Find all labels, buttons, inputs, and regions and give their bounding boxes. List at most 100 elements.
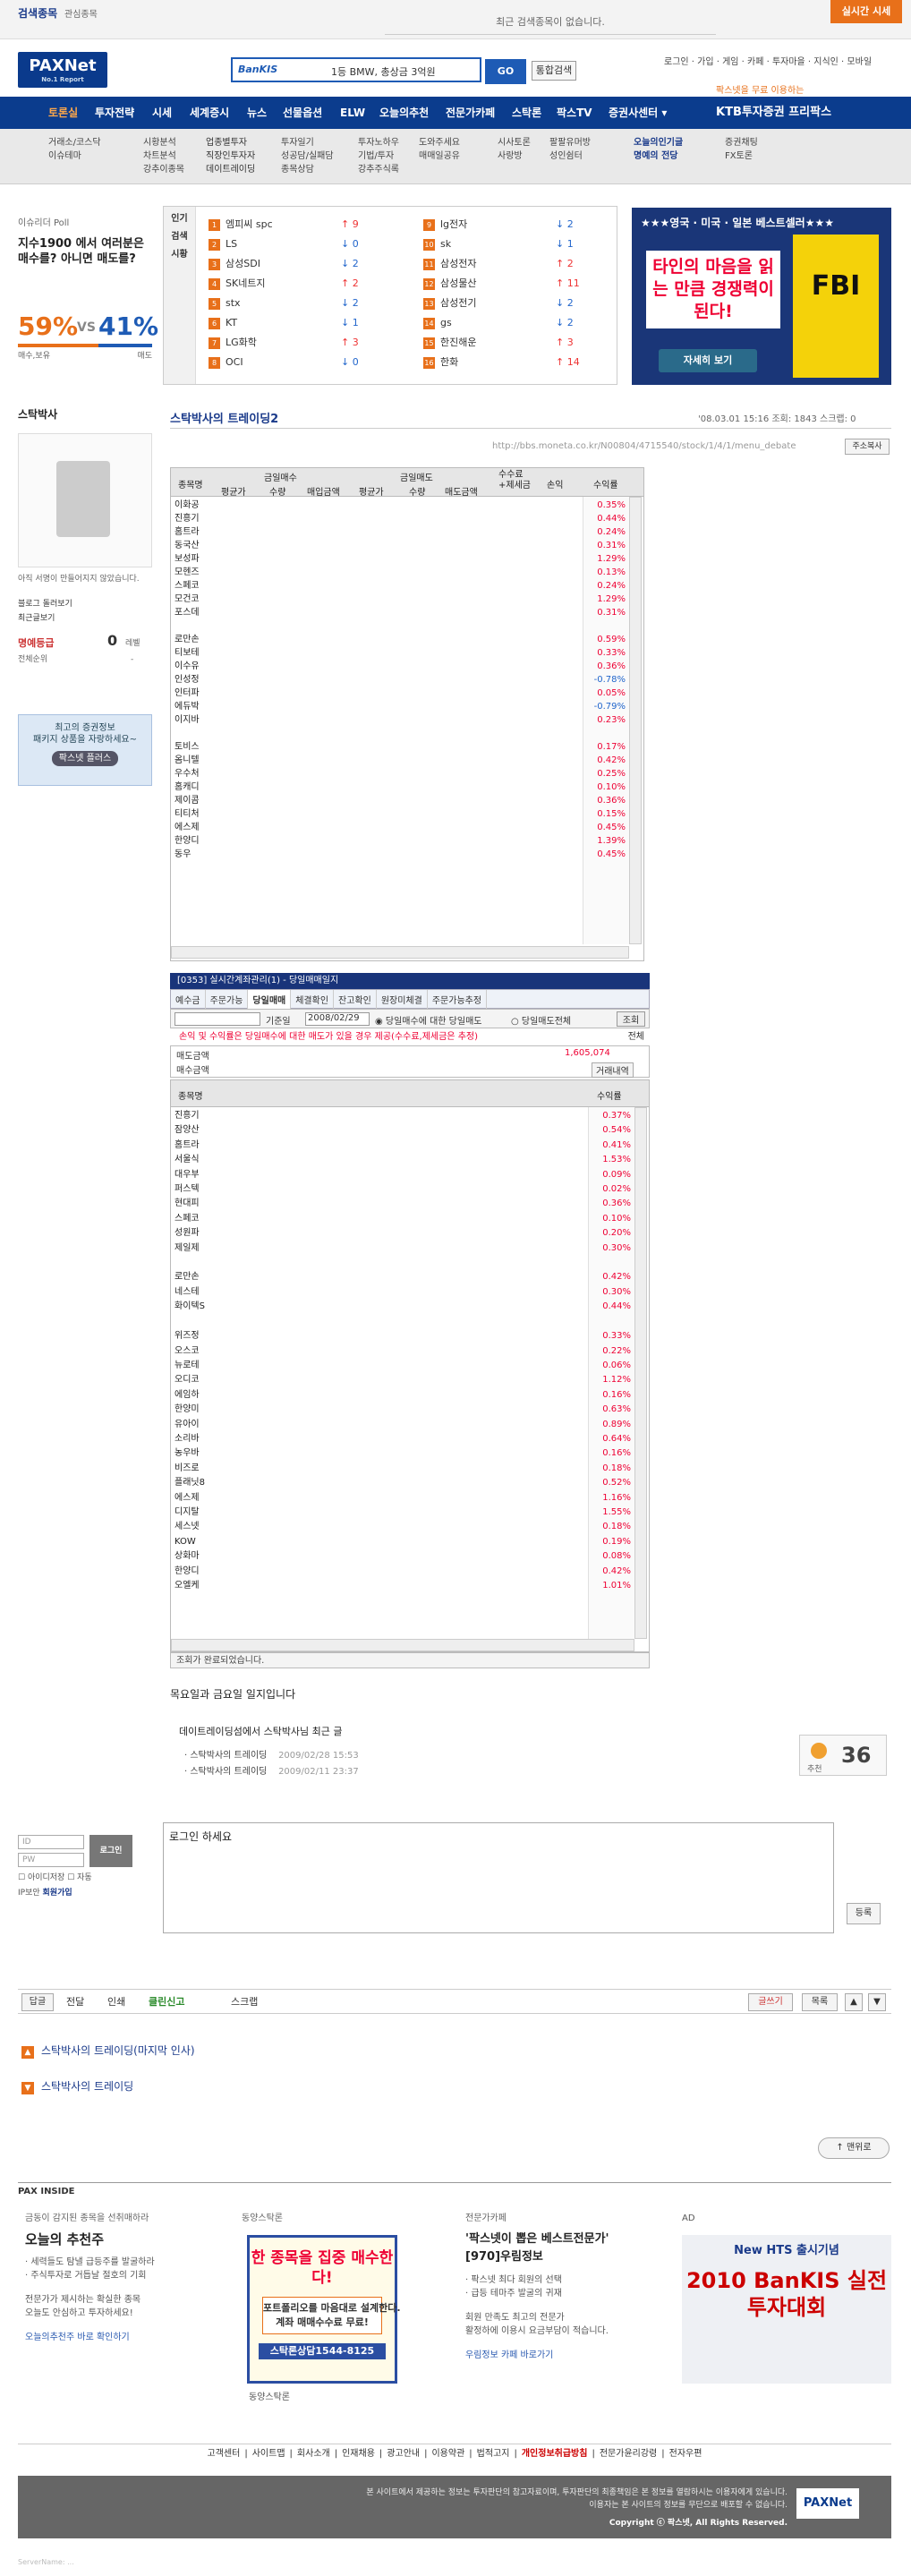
ticker-item[interactable]: 9 lg전자 ↓ 2 — [423, 216, 602, 234]
poll-question[interactable]: 지수1900 에서 여러분은 매수를? 아니면 매도를? — [18, 236, 152, 267]
option-allsell-radio[interactable]: ○ 당일매도전체 — [511, 1013, 571, 1027]
ticker-item[interactable]: 5 stx ↓ 2 — [209, 294, 387, 312]
pax-col3-link[interactable]: 우림정보 카페 바로가기 — [465, 2349, 668, 2362]
related-post-2-title[interactable]: 스탁박사의 트레이딩 — [190, 1767, 267, 1777]
nav-quotes[interactable]: 시세 — [152, 97, 172, 129]
total-select[interactable]: 전체 — [628, 1029, 644, 1045]
ticker-item[interactable]: 10 sk ↓ 1 — [423, 235, 602, 253]
stock-name[interactable]: 한진해운 — [440, 337, 476, 348]
ticker-item[interactable]: 2 LS ↓ 0 — [209, 235, 387, 253]
book-ad-details-button[interactable]: 자세히 보기 — [659, 349, 757, 372]
search-input[interactable]: 1등 BMW, 총상금 3억원 — [331, 64, 436, 79]
recommend-button[interactable]: 추천 36 — [799, 1735, 887, 1776]
ticker-item[interactable]: 16 한화 ↑ 14 — [423, 354, 602, 371]
free-use-notice[interactable]: 팍스넷을 무료 이용하는 — [716, 82, 804, 96]
subnav-col-3[interactable]: 업종별투자 직장인투자자 데이트레이딩 — [206, 136, 255, 176]
stock-name[interactable]: LG화학 — [226, 337, 257, 348]
comment-submit-button[interactable]: 등록 — [847, 1903, 881, 1924]
reply-button[interactable]: 답글 — [21, 1993, 54, 2011]
ticker-item[interactable]: 11 삼성전자 ↑ 2 — [423, 255, 602, 273]
nav-news[interactable]: 뉴스 — [247, 97, 267, 129]
stock-name[interactable]: 삼성전기 — [440, 297, 476, 309]
nav-paxtv[interactable]: 팍스TV — [557, 97, 592, 129]
ticker-item[interactable]: 8 OCI ↓ 0 — [209, 354, 387, 371]
tab-balance[interactable]: 잔고확인 — [334, 990, 377, 1009]
related-post-1[interactable]: · 스탁박사의 트레이딩 2009/02/28 15:53 — [184, 1747, 359, 1761]
search-go-button[interactable]: GO — [485, 59, 526, 84]
paxnet-plus-button[interactable]: 팍스넷 플러스 — [51, 751, 119, 766]
pax-col1-title[interactable]: 오늘의 추천주 — [25, 2231, 227, 2248]
nav-today-pick[interactable]: 오늘의추천 — [379, 97, 429, 129]
footer-link-support[interactable]: 고객센터 — [208, 2449, 241, 2459]
nav-world[interactable]: 세계증시 — [190, 97, 229, 129]
nav-elw[interactable]: ELW — [340, 97, 365, 129]
scrap-link[interactable]: 스크랩 — [231, 1990, 258, 2015]
next-post-title[interactable]: 스탁박사의 트레이딩 — [41, 2080, 133, 2093]
option-daytrade-radio[interactable]: ◉ 당일매수에 대한 당일매도 — [375, 1013, 481, 1027]
grid2-hscrollbar[interactable] — [171, 1639, 634, 1651]
pax-col-recommend[interactable]: 금동이 감지된 종목을 선취매하라 오늘의 추천주 · 세력들도 탐낼 급등주를… — [25, 2212, 227, 2344]
list-button[interactable]: 목록 — [802, 1993, 838, 2011]
stock-name[interactable]: 삼성SDI — [226, 258, 260, 269]
grid1-hscrollbar[interactable] — [171, 946, 629, 959]
nav-broker-center[interactable]: 증권사센터 ▾ — [609, 97, 667, 129]
copy-url-button[interactable]: 주소복사 — [845, 439, 890, 455]
related-post-2[interactable]: · 스탁박사의 트레이딩 2009/02/11 23:37 — [184, 1763, 359, 1777]
login-button[interactable]: 로그인 — [89, 1835, 132, 1867]
tab-search-stocks[interactable]: 검색종목 — [18, 7, 57, 20]
ticker-item[interactable]: 3 삼성SDI ↓ 2 — [209, 255, 387, 273]
paxnet-logo[interactable]: PAXNet No.1 Report — [18, 52, 107, 88]
comment-textarea[interactable]: 로그인 하세요 — [163, 1822, 834, 1933]
stock-name[interactable]: SK네트지 — [226, 277, 266, 289]
blog-link[interactable]: 블로그 돌러보기 — [18, 598, 72, 610]
book-ad-banner[interactable]: ★★★영국 · 미국 · 일본 베스트셀러★★★ 타인의 마음을 읽는 만큼 경… — [632, 208, 891, 385]
print-link[interactable]: 인쇄 — [107, 1990, 125, 2015]
stock-name[interactable]: 삼성물산 — [440, 277, 476, 289]
search-box[interactable]: BanKIS 1등 BMW, 총상금 3억원 GO — [231, 57, 526, 84]
footer-link-ads[interactable]: 광고안내 — [387, 2449, 420, 2459]
subnav-col-7[interactable]: 시사토론 사랑방 — [498, 136, 531, 163]
ticker-item[interactable]: 4 SK네트지 ↑ 2 — [209, 275, 387, 293]
footer-link-email[interactable]: 전자우편 — [669, 2449, 702, 2459]
ticker-item[interactable]: 7 LG화학 ↑ 3 — [209, 334, 387, 352]
subnav-col-2[interactable]: 시황분석 차트분석 강추이종목 — [143, 136, 184, 176]
subnav-col-4[interactable]: 투자일기 성공담/실패담 종목상담 — [281, 136, 334, 176]
ktb-prefax-banner[interactable]: KTB투자증권 프리팍스 — [716, 97, 877, 129]
stock-name[interactable]: 엠피씨 spc — [226, 218, 273, 230]
pax-col2-link[interactable]: 동양스탁론 — [249, 2391, 290, 2404]
footer-link-terms[interactable]: 이용약관 — [431, 2449, 464, 2459]
account-select[interactable] — [175, 1012, 260, 1026]
stock-name[interactable]: sk — [440, 238, 451, 250]
related-posts-title[interactable]: 데이트레이딩섬에서 스탁박사님 최근 글 — [179, 1724, 343, 1738]
nav-debate[interactable]: 토론실 — [48, 97, 78, 129]
account-window-titlebar[interactable]: [0353] 실시간계좌관리(1) - 당일매매일지 — [170, 973, 650, 989]
grid1-vscrollbar[interactable] — [629, 497, 642, 944]
tab-watch-stocks[interactable]: 관심종목 — [64, 10, 98, 20]
subnav-col-5[interactable]: 투자노하우 기법/투자 강추주식록 — [358, 136, 399, 176]
stock-name[interactable]: lg전자 — [440, 218, 467, 230]
pax-col3-title[interactable]: '팍스넷이 뽑은 베스트전문가' [970]우림정보 — [465, 2231, 668, 2266]
footer-link-about[interactable]: 회사소개 — [297, 2449, 330, 2459]
down-arrow-icon[interactable]: ▼ — [868, 1993, 886, 2011]
grid2-vscrollbar[interactable] — [634, 1107, 647, 1639]
footer-link-legal[interactable]: 법적고지 — [477, 2449, 510, 2459]
tab-daytrade[interactable]: 당일매매 — [248, 990, 292, 1009]
nav-strategy[interactable]: 투자전략 — [95, 97, 134, 129]
ticker-item[interactable]: 13 삼성전기 ↓ 2 — [423, 294, 602, 312]
password-field[interactable]: PW — [18, 1853, 84, 1867]
tab-execution[interactable]: 체결확인 — [291, 990, 335, 1009]
subnav-col-6[interactable]: 도와주세요 매매일공유 — [419, 136, 460, 163]
tab-estimate[interactable]: 주문가능추정 — [428, 990, 488, 1009]
ticker-item[interactable]: 12 삼성물산 ↑ 11 — [423, 275, 602, 293]
tab-deposit[interactable]: 예수금 — [171, 990, 206, 1009]
user-links[interactable]: 로그인 · 가입 · 게임 · 카페 · 투자마을 · 지식인 · 모바일 — [664, 54, 872, 67]
ip-security-toggle[interactable]: IP보안 — [18, 1889, 40, 1898]
id-field[interactable]: ID — [18, 1835, 84, 1849]
back-to-top-button[interactable]: ↑ 맨위로 — [818, 2137, 890, 2159]
write-button[interactable]: 글쓰기 — [748, 1993, 793, 2011]
stock-name[interactable]: KT — [226, 317, 237, 328]
tab-orderable[interactable]: 주문가능 — [206, 990, 249, 1009]
next-post-link[interactable]: ▼ 스탁박사의 트레이딩 — [21, 2078, 133, 2094]
subnav-col-9[interactable]: 오늘의인기글 명예의 전당 — [634, 136, 683, 163]
stock-name[interactable]: LS — [226, 238, 237, 250]
